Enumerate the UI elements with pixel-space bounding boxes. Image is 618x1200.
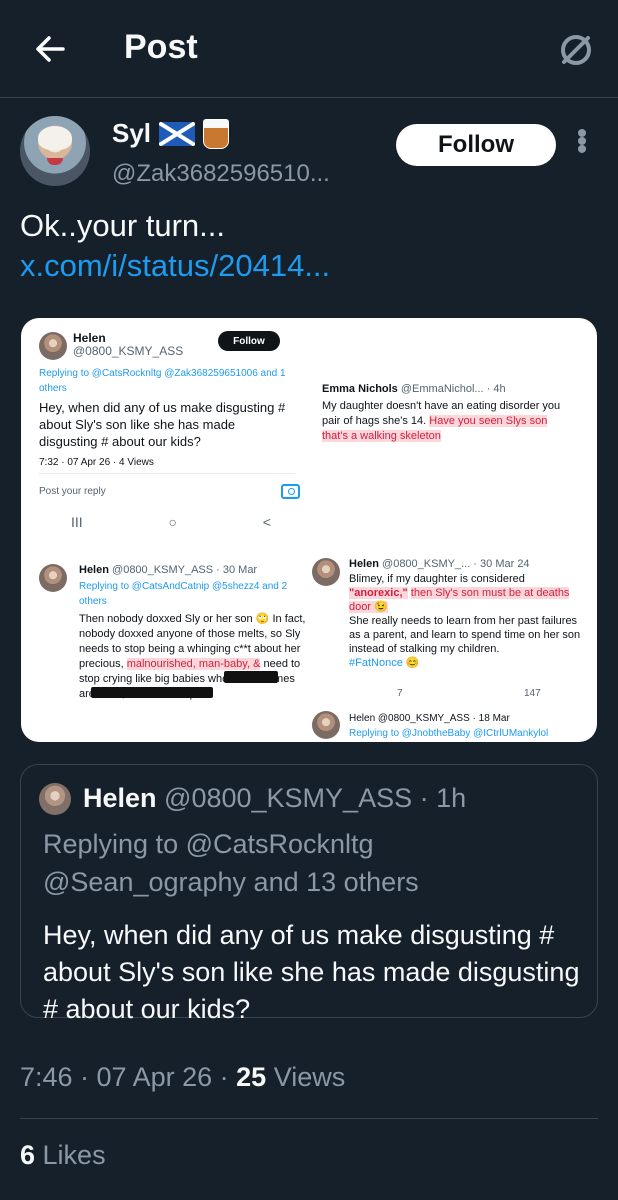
android-navbar: III ○ < xyxy=(71,514,271,530)
post-link[interactable]: x.com/i/status/20414... xyxy=(20,246,330,286)
image-helen-handle: @0800_KSMY_ASS xyxy=(73,344,184,358)
views-count: 147 xyxy=(524,688,541,699)
author-avatar[interactable] xyxy=(20,116,90,186)
bottom-left-replying: Replying to @CatsAndCatnip @5shezz4 and … xyxy=(79,581,288,607)
back-button[interactable] xyxy=(26,26,72,72)
post-body: Ok..your turn... x.com/i/status/20414... xyxy=(20,206,330,286)
quoted-text: Hey, when did any of us make disgusting … xyxy=(43,920,580,1024)
meta-divider xyxy=(20,1118,598,1119)
quoted-replying: Replying to @CatsRocknltg @Sean_ography … xyxy=(43,829,419,897)
likes-count[interactable]: 6 Likes xyxy=(20,1140,106,1171)
home-icon: ○ xyxy=(168,514,177,530)
emma-text: My daughter doesn't have an eating disor… xyxy=(322,400,561,442)
helen-avatar-2 xyxy=(39,564,67,592)
helen-avatar xyxy=(39,332,67,360)
post-meta: 7:46 · 07 Apr 26 · 25 Views xyxy=(20,1062,346,1092)
top-bar: Post xyxy=(0,0,618,98)
quoted-header: Helen @0800_KSMY_ASS · 1h xyxy=(83,783,467,813)
post-text: Ok..your turn... xyxy=(20,208,226,243)
arrow-left-icon xyxy=(36,36,65,62)
author-handle[interactable]: @Zak3682596510... xyxy=(112,160,330,188)
image-reply-placeholder: Post your reply xyxy=(39,486,106,497)
attached-image[interactable]: Helen @0800_KSMY_ASS Follow Replying to … xyxy=(21,318,597,742)
footer-replying: Replying to @JnobtheBaby @ICtrlUMankylol xyxy=(349,728,549,739)
scotland-flag-icon xyxy=(159,121,196,146)
whisky-glass-icon xyxy=(203,118,230,149)
helen-avatar-4 xyxy=(312,711,340,739)
emma-header: Emma Nichols @EmmaNichol... · 4h xyxy=(322,383,506,395)
helen-avatar-3 xyxy=(312,558,340,586)
image-helen-text: Hey, when did any of us make disgusting … xyxy=(39,400,286,449)
retweet-count: 7 xyxy=(397,688,403,699)
image-follow-button: Follow xyxy=(218,331,280,351)
image-replying: Replying to @CatsRocknltg @Zak3682596510… xyxy=(39,368,286,394)
bottom-left-header: Helen @0800_KSMY_ASS · 30 Mar xyxy=(79,564,258,576)
grok-icon[interactable] xyxy=(556,30,596,70)
follow-button[interactable]: Follow xyxy=(396,124,556,166)
redaction-2 xyxy=(91,687,213,698)
image-time: 7:32 · 07 Apr 26 · 4 Views xyxy=(39,457,154,468)
author-name-row[interactable]: Syl xyxy=(112,118,230,149)
more-options-button[interactable]: • • • xyxy=(572,119,592,165)
bottom-right-text: Blimey, if my daughter is considered "an… xyxy=(349,573,581,669)
back-icon: < xyxy=(262,514,271,530)
camera-icon xyxy=(281,484,300,499)
recent-apps-icon: III xyxy=(71,514,83,530)
quoted-avatar xyxy=(39,783,71,815)
bottom-right-header: Helen @0800_KSMY_... · 30 Mar 24 xyxy=(349,558,530,570)
footer-header: Helen @0800_KSMY_ASS · 18 Mar xyxy=(349,713,510,724)
quoted-post[interactable]: Helen @0800_KSMY_ASS · 1h Replying to @C… xyxy=(20,764,598,1024)
author-name[interactable]: Syl xyxy=(112,118,151,149)
page-title: Post xyxy=(124,28,198,66)
redaction xyxy=(224,671,278,683)
image-divider xyxy=(39,473,295,474)
